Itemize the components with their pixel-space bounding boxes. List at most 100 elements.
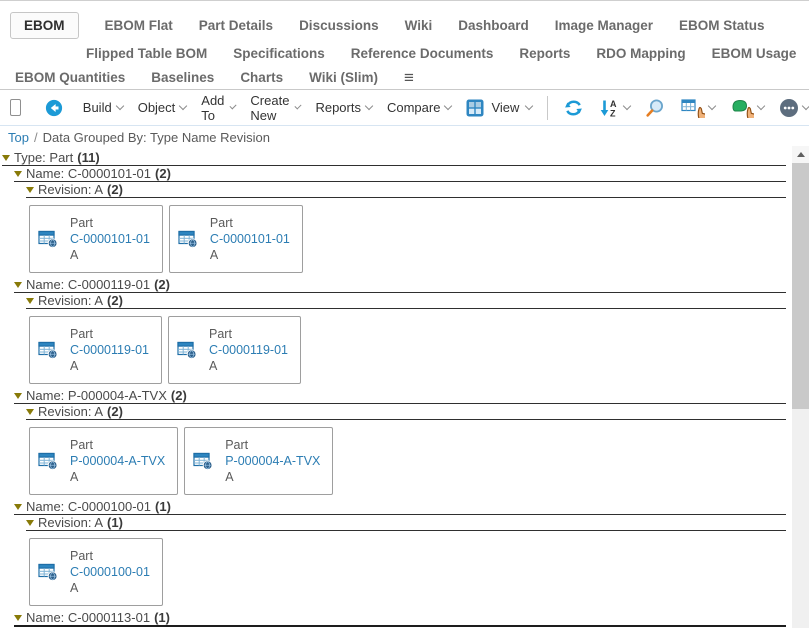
card-part-link[interactable]: C-0000119-01: [70, 342, 149, 358]
tab-flipped-table-bom[interactable]: Flipped Table BOM: [86, 46, 207, 61]
collapse-triangle-icon[interactable]: [26, 409, 34, 415]
more-actions-button[interactable]: [779, 98, 809, 118]
card-type-label: Part: [70, 326, 149, 342]
vertical-scrollbar[interactable]: [792, 146, 809, 628]
grouped-content: Type: Part (11) Name: C-0000101-01 (2) R…: [0, 150, 786, 627]
card-revision-label: A: [70, 358, 149, 374]
tab-reference-documents[interactable]: Reference Documents: [351, 46, 494, 61]
scrollbar-thumb[interactable]: [792, 163, 809, 409]
collapse-triangle-icon[interactable]: [26, 298, 34, 304]
breadcrumb-top-link[interactable]: Top: [8, 130, 29, 145]
collapse-triangle-icon[interactable]: [14, 393, 22, 399]
group-revision-4[interactable]: Revision: A (1): [26, 515, 786, 531]
tab-ebom-usage[interactable]: EBOM Usage: [712, 46, 797, 61]
tab-reports[interactable]: Reports: [519, 46, 570, 61]
menu-build[interactable]: Build: [83, 100, 123, 115]
collapse-triangle-icon[interactable]: [26, 520, 34, 526]
tab-ebom-flat[interactable]: EBOM Flat: [105, 18, 173, 33]
tab-wiki[interactable]: Wiki: [405, 18, 433, 33]
group-count: (1): [154, 610, 170, 625]
tab-row-3: EBOM Quantities Baselines Charts Wiki (S…: [0, 66, 809, 89]
group-count: (2): [107, 293, 123, 308]
tab-dashboard[interactable]: Dashboard: [458, 18, 529, 33]
tab-rdo-mapping[interactable]: RDO Mapping: [596, 46, 685, 61]
menu-compare[interactable]: Compare: [387, 100, 451, 115]
card-part-link[interactable]: P-000004-A-TVX: [70, 453, 165, 469]
group-name-5[interactable]: Name: C-0000113-01 (1): [14, 610, 786, 627]
menu-object[interactable]: Object: [138, 100, 187, 115]
tab-wiki-slim[interactable]: Wiki (Slim): [309, 70, 378, 85]
group-name-2[interactable]: Name: C-0000119-01 (2): [14, 277, 786, 293]
select-all-checkbox[interactable]: [10, 99, 21, 116]
tab-part-details[interactable]: Part Details: [199, 18, 273, 33]
part-card: Part C-0000100-01 A: [29, 538, 163, 606]
tab-baselines[interactable]: Baselines: [151, 70, 214, 85]
tab-row-2: Flipped Table BOM Specifications Referen…: [0, 41, 809, 66]
tab-ebom-quantities[interactable]: EBOM Quantities: [15, 70, 125, 85]
chevron-down-icon: [525, 102, 533, 110]
group-revision-3[interactable]: Revision: A (2): [26, 404, 786, 420]
breadcrumb-label: Data Grouped By: Type Name Revision: [43, 130, 270, 145]
tab-discussions[interactable]: Discussions: [299, 18, 379, 33]
card-part-link[interactable]: C-0000119-01: [209, 342, 288, 358]
back-button[interactable]: [45, 99, 63, 117]
tab-specifications[interactable]: Specifications: [233, 46, 325, 61]
highlight-actions-button[interactable]: [730, 98, 764, 118]
card-part-link[interactable]: P-000004-A-TVX: [225, 453, 320, 469]
part-table-icon: [38, 229, 58, 249]
chevron-down-icon: [708, 102, 716, 110]
search-button[interactable]: [645, 98, 666, 118]
part-card: Part C-0000119-01 A: [168, 316, 301, 384]
group-revision-2[interactable]: Revision: A (2): [26, 293, 786, 309]
part-table-icon: [177, 340, 197, 360]
part-card: Part C-0000119-01 A: [29, 316, 162, 384]
menu-add-to[interactable]: Add To: [201, 93, 235, 123]
card-part-link[interactable]: C-0000100-01: [70, 564, 150, 580]
tab-ebom-status[interactable]: EBOM Status: [679, 18, 765, 33]
group-label: Revision: A: [38, 293, 103, 308]
menu-compare-label: Compare: [387, 100, 440, 115]
card-part-link[interactable]: C-0000101-01: [70, 231, 150, 247]
card-part-link[interactable]: C-0000101-01: [210, 231, 290, 247]
group-type-part[interactable]: Type: Part (11): [2, 150, 786, 166]
menu-view[interactable]: View: [466, 99, 532, 117]
tab-ebom[interactable]: EBOM: [10, 12, 79, 39]
table-actions-button[interactable]: [681, 98, 715, 118]
card-row: Part P-000004-A-TVX A Part P-000004-A-TV…: [29, 427, 786, 495]
collapse-triangle-icon[interactable]: [2, 155, 10, 161]
menu-create-new[interactable]: Create New: [250, 93, 300, 123]
part-table-icon: [38, 451, 58, 471]
part-table-icon: [193, 451, 213, 471]
refresh-button[interactable]: [563, 98, 584, 118]
collapse-triangle-icon[interactable]: [14, 615, 22, 621]
card-row: Part C-0000119-01 A Part C-0000119-01 A: [29, 316, 786, 384]
collapse-triangle-icon[interactable]: [14, 504, 22, 510]
scroll-up-button[interactable]: [792, 146, 809, 163]
back-circle-icon: [45, 99, 63, 117]
collapse-triangle-icon[interactable]: [26, 187, 34, 193]
group-revision-1[interactable]: Revision: A (2): [26, 182, 786, 198]
part-table-icon: [178, 229, 198, 249]
collapse-triangle-icon[interactable]: [14, 171, 22, 177]
group-label: Name: C-0000113-01: [26, 610, 150, 625]
group-name-1[interactable]: Name: C-0000101-01 (2): [14, 166, 786, 182]
part-table-icon: [38, 562, 58, 582]
group-name-4[interactable]: Name: C-0000100-01 (1): [14, 499, 786, 515]
group-label: Type: Part: [14, 150, 73, 165]
menu-object-label: Object: [138, 100, 176, 115]
collapse-triangle-icon[interactable]: [14, 282, 22, 288]
tab-image-manager[interactable]: Image Manager: [555, 18, 653, 33]
sort-button[interactable]: [599, 98, 630, 118]
group-label: Name: C-0000101-01: [26, 166, 151, 181]
group-name-3[interactable]: Name: P-000004-A-TVX (2): [14, 388, 786, 404]
card-type-label: Part: [70, 548, 150, 564]
menu-create-new-label: Create New: [250, 93, 291, 123]
group-count: (2): [107, 182, 123, 197]
part-card: Part C-0000101-01 A: [29, 205, 163, 273]
part-table-icon: [38, 340, 58, 360]
menu-reports[interactable]: Reports: [315, 100, 372, 115]
tab-overflow-menu-icon[interactable]: ≡: [404, 69, 414, 86]
chevron-down-icon: [802, 102, 809, 110]
chevron-down-icon: [623, 102, 631, 110]
tab-charts[interactable]: Charts: [240, 70, 283, 85]
